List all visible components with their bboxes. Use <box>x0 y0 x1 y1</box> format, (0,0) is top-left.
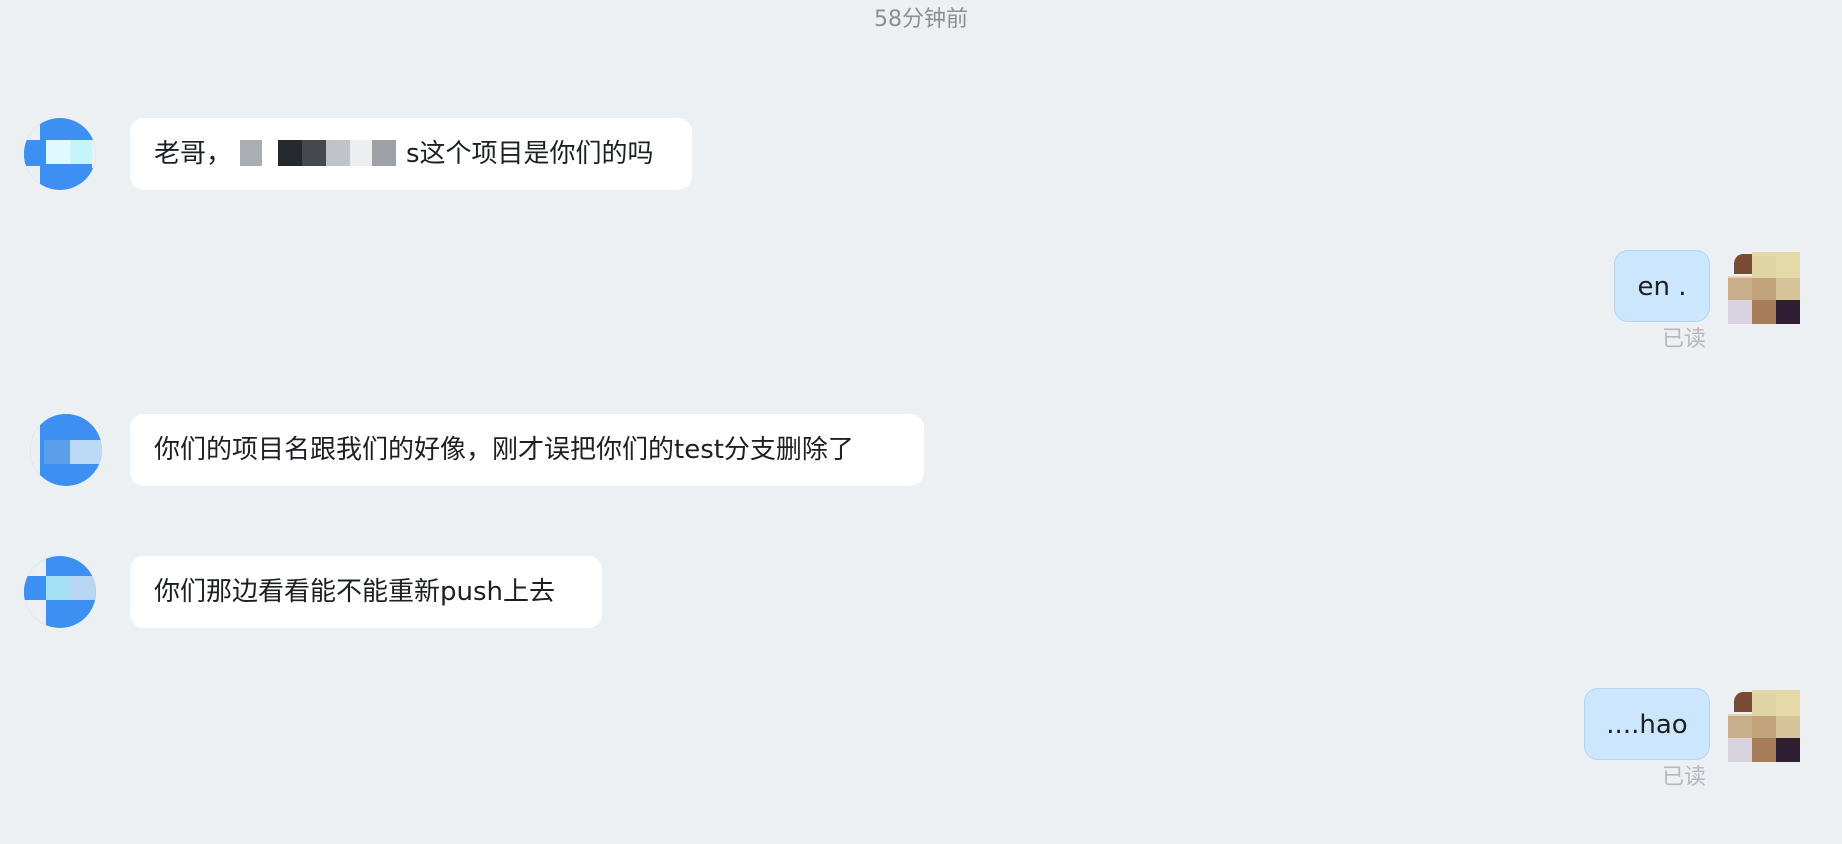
contact-avatar[interactable] <box>30 414 102 486</box>
message-text: 你们那边看看能不能重新push上去 <box>154 577 556 607</box>
message-text: 你们的项目名跟我们的好像，刚才误把你们的test分支删除了 <box>154 435 854 465</box>
redacted-mosaic <box>232 132 406 172</box>
my-avatar[interactable] <box>1728 252 1800 324</box>
message-bubble-incoming[interactable]: 老哥， s这个项目是你们的吗 <box>130 118 692 190</box>
message-bubble-outgoing[interactable]: ....hao <box>1584 688 1710 760</box>
time-divider: 58分钟前 <box>874 7 968 32</box>
message-text-prefix: 老哥， <box>154 139 233 169</box>
message-bubble-outgoing[interactable]: en . <box>1614 250 1710 322</box>
message-bubble-incoming[interactable]: 你们那边看看能不能重新push上去 <box>130 556 602 628</box>
message-bubble-incoming[interactable]: 你们的项目名跟我们的好像，刚才误把你们的test分支删除了 <box>130 414 924 486</box>
read-status: 已读 <box>1662 765 1707 790</box>
contact-avatar[interactable] <box>24 556 96 628</box>
message-text-suffix: s这个项目是你们的吗 <box>406 139 654 169</box>
contact-avatar[interactable] <box>24 118 96 190</box>
message-text: ....hao <box>1606 710 1688 740</box>
read-status: 已读 <box>1662 327 1707 352</box>
message-text: en . <box>1637 272 1687 302</box>
my-avatar[interactable] <box>1728 690 1800 762</box>
chat-window: 58分钟前 老哥， s这个项目是你们的吗 en . 已读 你们的项目名跟我们的好… <box>0 0 1842 844</box>
